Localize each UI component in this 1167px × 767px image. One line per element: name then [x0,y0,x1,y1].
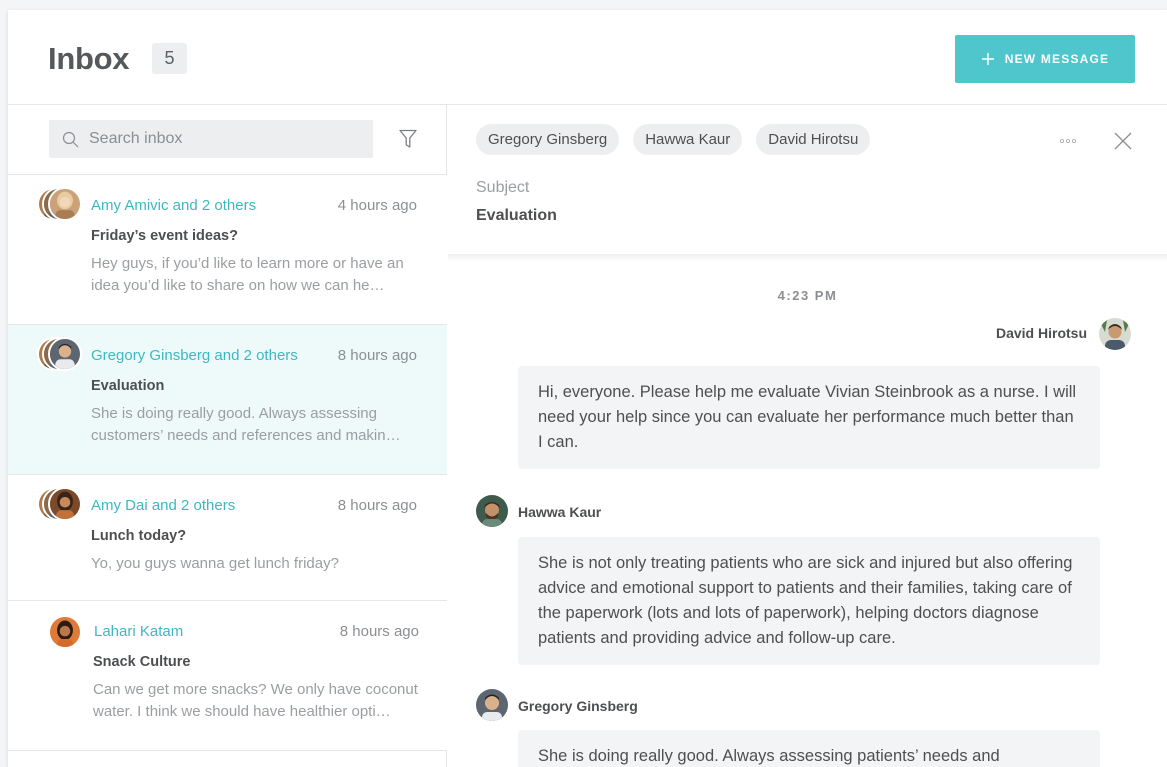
close-icon[interactable] [1114,132,1132,150]
message-bubble: Hi, everyone. Please help me evaluate Vi… [518,366,1100,469]
search-input[interactable] [89,130,349,148]
conversation-subject: Snack Culture [93,654,191,670]
conversation-time: 8 hours ago [339,623,419,640]
avatar [48,337,82,371]
conversation-preview: Can we get more snacks? We only have coc… [93,681,418,720]
conversation-time: 4 hours ago [337,197,417,214]
inbox-app: Inbox 5 NEW MESSAGE Amy Amivic and 2 oth… [8,10,1167,767]
more-icon[interactable] [1058,138,1078,144]
conversation-time: 8 hours ago [337,497,417,514]
conversation-participants: Amy Amivic and 2 others [91,197,257,214]
message-thread[interactable]: 4:23 PM David Hirotsu Hi, everyone. Plea… [448,262,1167,767]
new-message-button[interactable]: NEW MESSAGE [955,35,1135,83]
new-message-label: NEW MESSAGE [1004,52,1110,66]
conversation-subject: Lunch today? [91,528,187,544]
search-icon [62,131,79,147]
group-avatars [37,337,85,373]
thread-timestamp: 4:23 PM [777,288,838,303]
conversation-preview: Yo, you guys wanna get lunch friday? [91,555,339,572]
conversation-item[interactable]: Lahari Katam 8 hours ago Snack Culture C… [8,601,447,751]
conversation-list: Amy Amivic and 2 others 4 hours ago Frid… [8,174,447,751]
avatar [48,615,82,649]
page-title: Inbox [48,41,130,76]
subject-value: Evaluation [476,207,557,224]
conversation-item[interactable]: Amy Amivic and 2 others 4 hours ago Frid… [8,175,447,325]
recipient-list: Gregory Ginsberg Hawwa Kaur David Hirots… [476,124,871,155]
recipient-chip[interactable]: Gregory Ginsberg [476,124,620,155]
conversation-preview: She is doing really good. Always assessi… [91,405,401,444]
avatar [476,495,508,527]
conversation-item-selected[interactable]: Gregory Ginsberg and 2 others 8 hours ag… [8,325,447,475]
subject-label: Subject [476,179,530,196]
conversation-subject: Friday’s event ideas? [91,228,238,244]
header: Inbox 5 NEW MESSAGE [8,10,1167,105]
conversation-detail: Gregory Ginsberg Hawwa Kaur David Hirots… [448,105,1167,767]
group-avatars [37,187,85,223]
conversation-participants: Amy Dai and 2 others [91,497,236,514]
conversation-sidebar: Amy Amivic and 2 others 4 hours ago Frid… [8,105,447,767]
recipient-chip[interactable]: Hawwa Kaur [633,124,743,155]
plus-icon [981,53,994,65]
conversation-subject: Evaluation [91,378,165,394]
avatar [48,487,82,521]
inbox-count-badge: 5 [152,43,187,74]
message-author: Hawwa Kaur [518,504,602,520]
conversation-time: 8 hours ago [337,347,417,364]
recipient-chip[interactable]: David Hirotsu [756,124,871,155]
avatar [1099,318,1131,350]
group-avatars [37,487,85,523]
conversation-item[interactable]: Amy Dai and 2 others 8 hours ago Lunch t… [8,475,447,601]
conversation-participants: Lahari Katam [94,623,184,640]
search-bar[interactable] [49,120,373,158]
message-author: Gregory Ginsberg [518,698,638,714]
message-author: David Hirotsu [995,325,1087,341]
conversation-participants: Gregory Ginsberg and 2 others [91,347,298,364]
conversation-preview: Hey guys, if you’d like to learn more or… [91,255,404,294]
filter-icon[interactable] [399,129,417,149]
avatar [48,187,82,221]
message-bubble: She is not only treating patients who ar… [518,537,1100,665]
message-bubble: She is doing really good. Always assessi… [518,730,1100,767]
avatar [476,689,508,721]
thread-divider [448,254,1167,262]
avatar-single [48,615,96,651]
